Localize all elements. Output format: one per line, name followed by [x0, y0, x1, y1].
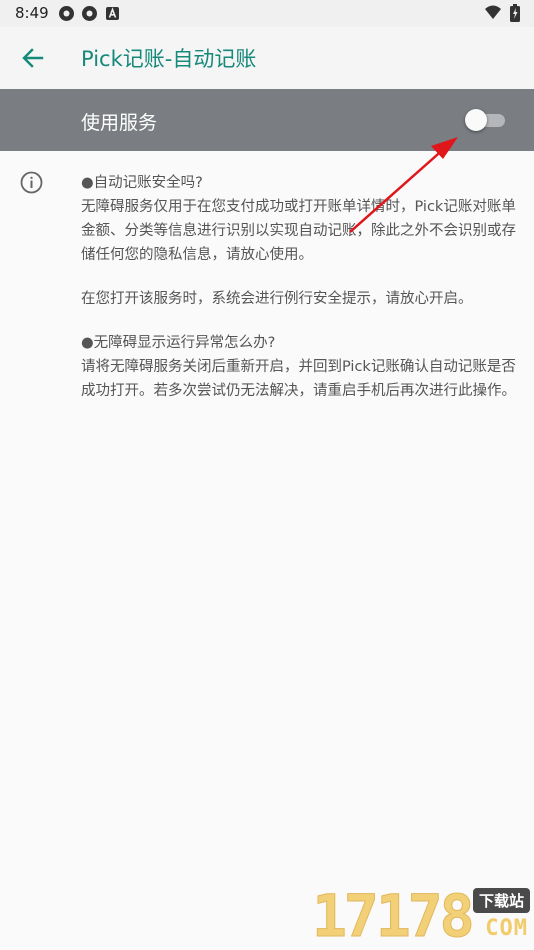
service-toggle-switch[interactable]	[465, 109, 505, 131]
app-a-icon	[104, 5, 121, 22]
faq-answer-safety: 无障碍服务仅用于在您支付成功或打开账单详情时，Pick记账对账单金额、分类等信息…	[81, 199, 516, 263]
info-text-block: ●自动记账安全吗? 无障碍服务仅用于在您支付成功或打开账单详情时，Pick记账对…	[81, 171, 521, 403]
security-prompt-note: 在您打开该服务时，系统会进行例行安全提示，请放心开启。	[81, 291, 473, 307]
watermark-logo: 17178 下载站 COM	[308, 880, 534, 950]
watermark-domain: COM	[485, 916, 528, 941]
faq-question-safety: ●自动记账安全吗?	[81, 175, 203, 191]
info-icon	[20, 171, 43, 194]
status-left-icons	[58, 5, 121, 22]
switch-thumb	[465, 109, 487, 131]
status-bar: 8:49	[0, 0, 534, 27]
faq-question-abnormal: ●无障碍显示运行异常怎么办?	[81, 335, 276, 351]
status-time: 8:49	[15, 4, 49, 22]
faq-answer-abnormal: 请将无障碍服务关闭后重新开启，并回到Pick记账确认自动记账是否成功打开。若多次…	[81, 359, 516, 399]
watermark-tag: 下载站	[472, 888, 530, 913]
arrow-left-icon	[22, 48, 44, 68]
app-bar: Pick记账-自动记账	[0, 27, 534, 89]
service-toggle-row[interactable]: 使用服务	[0, 89, 534, 151]
battery-charging-icon	[510, 4, 520, 26]
status-right-icons	[484, 4, 520, 26]
notification-icon	[81, 5, 98, 22]
wifi-icon	[484, 4, 502, 26]
notification-icon	[58, 5, 75, 22]
watermark-digits: 17178	[312, 882, 476, 950]
service-toggle-label: 使用服务	[81, 112, 158, 134]
page-title: Pick记账-自动记账	[81, 47, 257, 71]
back-button[interactable]	[20, 45, 46, 71]
